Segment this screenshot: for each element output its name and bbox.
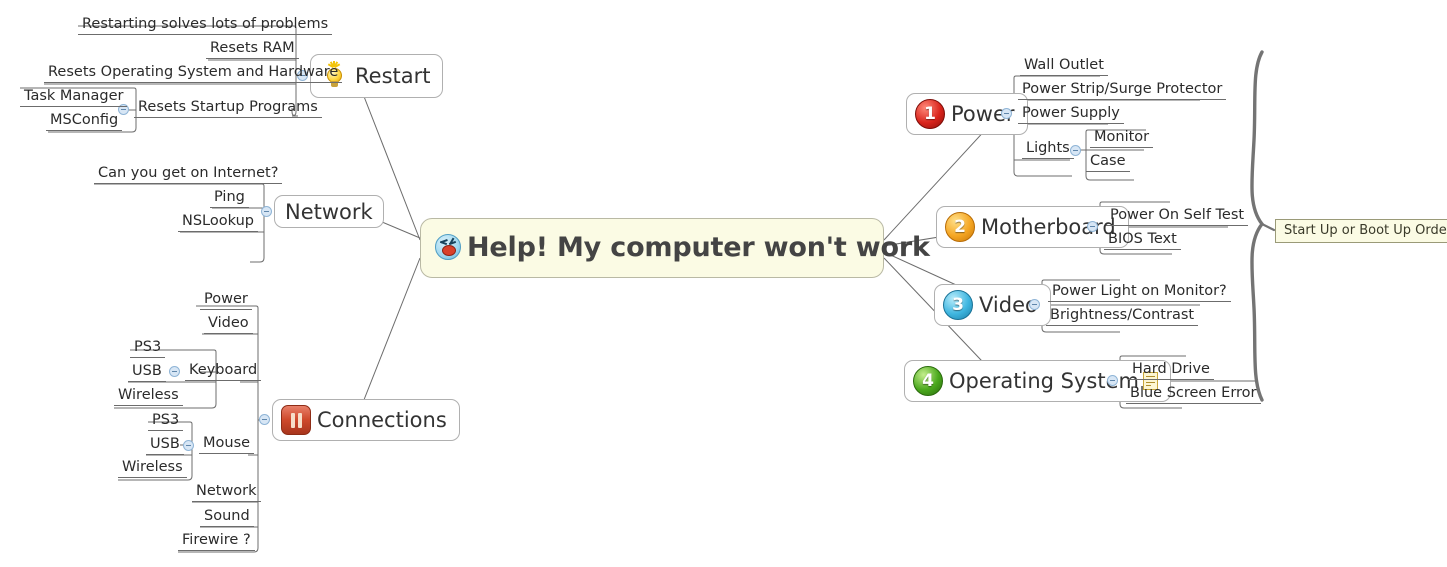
branch-node-motherboard[interactable]: 2 Motherboard: [936, 206, 1129, 248]
sub-item-power-on-self-test[interactable]: Power On Self Test: [1106, 207, 1249, 226]
sub-item-wall-outlet[interactable]: Wall Outlet: [1020, 57, 1108, 76]
branch-node-connections[interactable]: Connections: [272, 399, 460, 441]
sub-item-hard-drive[interactable]: Hard Drive: [1128, 361, 1214, 380]
branch-label-restart: Restart: [355, 64, 431, 88]
collapse-toggle-motherboard[interactable]: [1087, 221, 1098, 232]
number-3-icon: 3: [943, 290, 973, 320]
sub-item-keyboard-wireless[interactable]: Wireless: [114, 387, 183, 406]
sub-item-connections-firewire[interactable]: Firewire ?: [178, 532, 255, 551]
sub-item-resets-os-hardware[interactable]: Resets Operating System and Hardware: [44, 64, 343, 83]
central-topic[interactable]: Help! My computer won't work: [420, 218, 930, 278]
branch-label-network: Network: [285, 199, 373, 224]
sub-item-task-manager[interactable]: Task Manager: [20, 88, 128, 107]
collapse-toggle-power[interactable]: [1001, 108, 1012, 119]
sub-item-connections-power[interactable]: Power: [200, 291, 252, 310]
collapse-toggle-video[interactable]: [1029, 299, 1040, 310]
angry-face-icon: [435, 234, 461, 260]
sub-item-mouse-wireless[interactable]: Wireless: [118, 459, 187, 478]
collapse-toggle-network[interactable]: [261, 206, 272, 217]
central-topic-label: Help! My computer won't work: [467, 231, 930, 263]
sub-item-lights-case[interactable]: Case: [1086, 153, 1130, 172]
sub-item-keyboard-ps3[interactable]: PS3: [130, 339, 166, 358]
sub-item-restarting-solves[interactable]: Restarting solves lots of problems: [78, 16, 333, 35]
sub-item-mouse-ps3[interactable]: PS3: [148, 412, 184, 431]
sub-item-brightness-contrast[interactable]: Brightness/Contrast: [1046, 307, 1199, 326]
collapse-toggle-operating-system[interactable]: [1107, 375, 1118, 386]
sub-item-resets-startup-programs[interactable]: Resets Startup Programs: [134, 99, 322, 118]
sub-item-keyboard-usb[interactable]: USB: [128, 363, 166, 382]
sub-item-power-light-on-monitor[interactable]: Power Light on Monitor?: [1048, 283, 1231, 302]
sub-item-can-you-get-on-internet[interactable]: Can you get on Internet?: [94, 165, 283, 184]
sub-item-nslookup[interactable]: NSLookup: [178, 213, 258, 232]
boundary-label-startup-order[interactable]: Start Up or Boot Up Order: [1275, 219, 1447, 243]
pause-icon: [281, 405, 311, 435]
collapse-toggle-mouse[interactable]: [183, 440, 194, 451]
collapse-toggle-keyboard[interactable]: [169, 366, 180, 377]
sub-item-lights-monitor[interactable]: Monitor: [1090, 129, 1154, 148]
number-1-icon: 1: [915, 99, 945, 129]
collapse-toggle-lights[interactable]: [1070, 145, 1081, 156]
sub-item-keyboard[interactable]: Keyboard: [185, 362, 262, 381]
sub-item-resets-ram[interactable]: Resets RAM: [206, 40, 299, 59]
number-4-icon: 4: [913, 366, 943, 396]
sub-item-lights[interactable]: Lights: [1022, 140, 1074, 159]
number-2-icon: 2: [945, 212, 975, 242]
collapse-toggle-connections[interactable]: [259, 414, 270, 425]
sub-item-msconfig[interactable]: MSConfig: [46, 112, 123, 131]
sub-item-mouse[interactable]: Mouse: [199, 435, 255, 454]
sub-item-connections-video[interactable]: Video: [204, 315, 253, 334]
sub-item-mouse-usb[interactable]: USB: [146, 436, 184, 455]
sub-item-connections-sound[interactable]: Sound: [200, 508, 254, 527]
sub-item-connections-network[interactable]: Network: [192, 483, 261, 502]
mindmap-canvas: Help! My computer won't work Restart Res…: [0, 0, 1447, 567]
sub-item-ping[interactable]: Ping: [210, 189, 249, 208]
branch-node-network[interactable]: Network: [274, 195, 384, 228]
sub-item-power-strip[interactable]: Power Strip/Surge Protector: [1018, 81, 1227, 100]
sub-item-bios-text[interactable]: BIOS Text: [1104, 231, 1181, 250]
sub-item-power-supply[interactable]: Power Supply: [1018, 105, 1124, 124]
branch-label-connections: Connections: [317, 408, 447, 432]
sub-item-blue-screen-error[interactable]: Blue Screen Error: [1126, 385, 1261, 404]
